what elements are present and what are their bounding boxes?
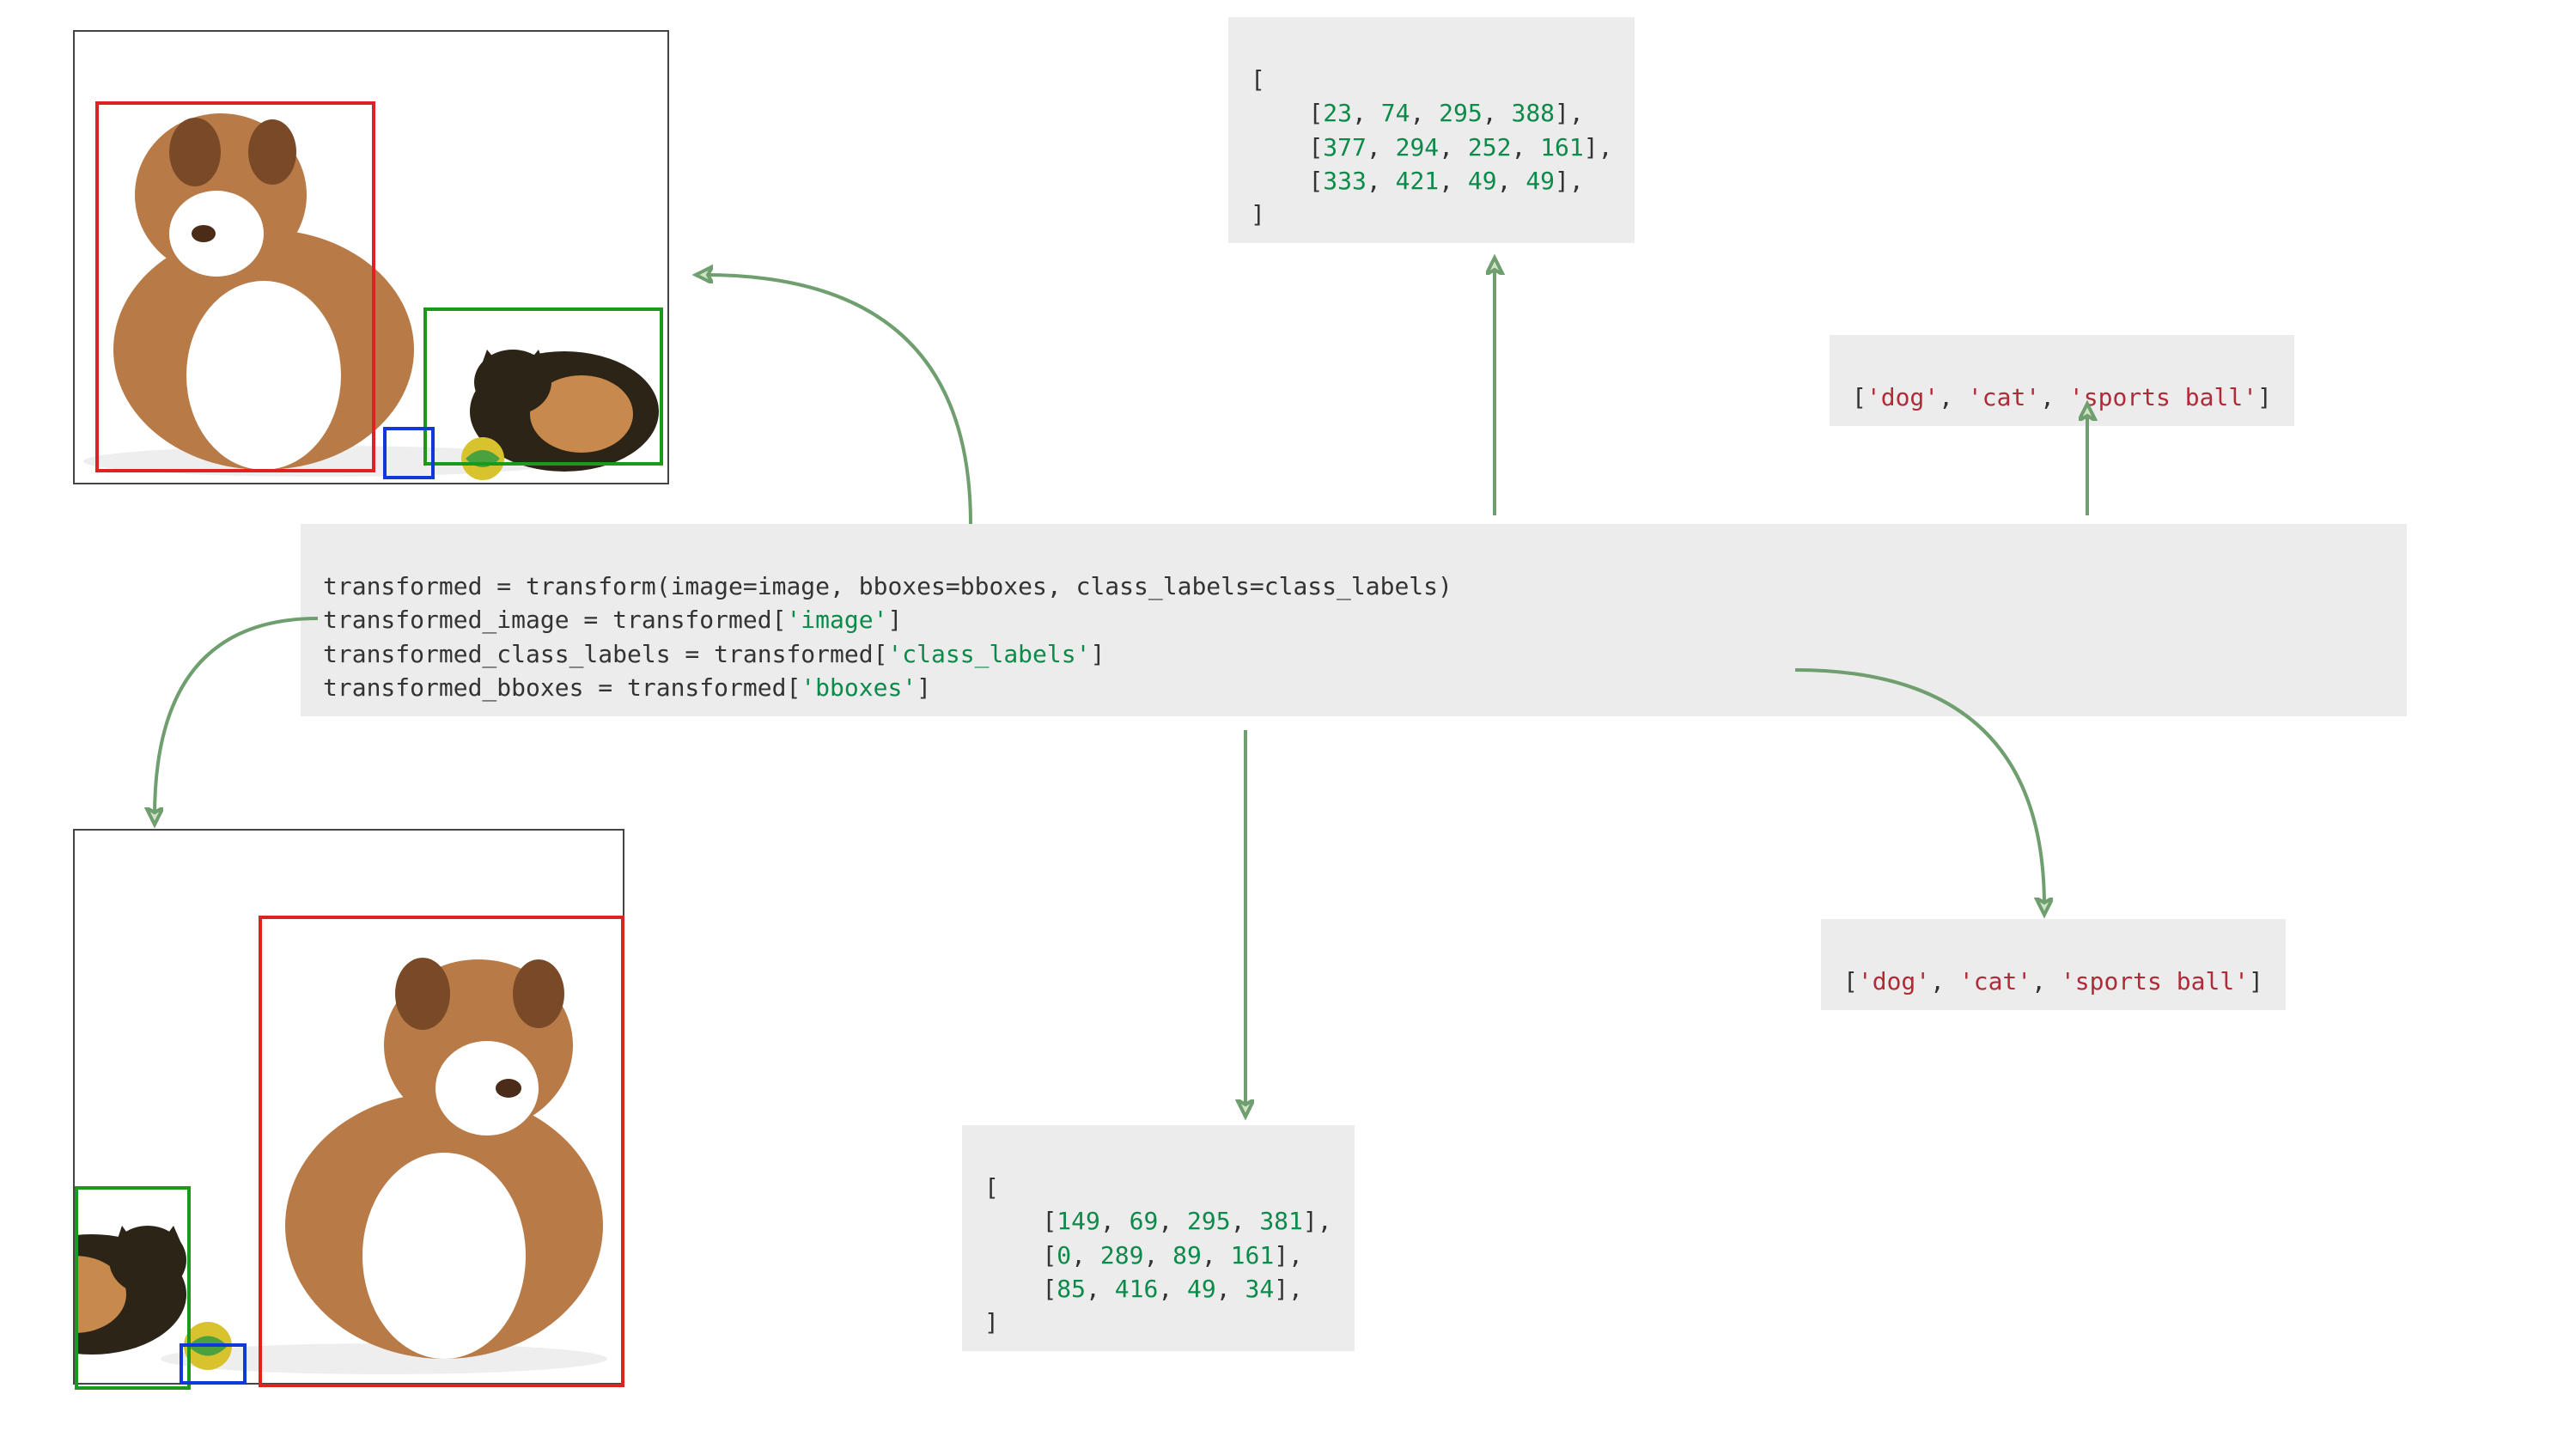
v: 421 xyxy=(1396,167,1440,195)
t: , xyxy=(1143,1241,1172,1269)
t: , xyxy=(1367,133,1396,161)
t: , xyxy=(1158,1207,1187,1235)
t: , xyxy=(1158,1275,1187,1303)
t: , xyxy=(1483,99,1512,127)
t: , xyxy=(2040,383,2069,411)
t: [ xyxy=(1042,1275,1057,1303)
t: [ xyxy=(1843,967,1858,995)
t: ], xyxy=(1274,1241,1303,1269)
arrow-to-output-image xyxy=(155,618,318,816)
v: 381 xyxy=(1259,1207,1303,1235)
output-bboxes-close: ] xyxy=(984,1308,999,1336)
v: 'cat' xyxy=(1968,383,2040,411)
t: , xyxy=(1410,99,1439,127)
output-labels-block: ['dog', 'cat', 'sports ball'] xyxy=(1821,919,2286,1010)
t: , xyxy=(1939,383,1968,411)
v: 69 xyxy=(1130,1207,1159,1235)
v: 89 xyxy=(1172,1241,1202,1269)
t: , xyxy=(1231,1207,1260,1235)
v: 161 xyxy=(1231,1241,1275,1269)
input-image xyxy=(73,30,669,484)
v: 333 xyxy=(1323,167,1367,195)
t: , xyxy=(1439,133,1468,161)
code-line-4a: transformed_bboxes = transformed[ xyxy=(323,673,801,702)
t: , xyxy=(2031,967,2061,995)
t: ], xyxy=(1303,1207,1332,1235)
input-bbox-cat xyxy=(423,307,663,466)
t: , xyxy=(1352,99,1381,127)
t: ], xyxy=(1555,99,1584,127)
v: 0 xyxy=(1057,1241,1071,1269)
t: ], xyxy=(1555,167,1584,195)
t: , xyxy=(1497,167,1526,195)
v: 23 xyxy=(1323,99,1352,127)
v: 388 xyxy=(1511,99,1555,127)
code-line-3a: transformed_class_labels = transformed[ xyxy=(323,640,887,668)
v: 294 xyxy=(1396,133,1440,161)
t: ] xyxy=(2249,967,2263,995)
v: 49 xyxy=(1526,167,1555,195)
input-labels-block: ['dog', 'cat', 'sports ball'] xyxy=(1830,335,2294,426)
v: 'sports ball' xyxy=(2061,967,2249,995)
input-bboxes-block: [ [23, 74, 295, 388], [377, 294, 252, 16… xyxy=(1228,17,1635,243)
t: , xyxy=(1086,1275,1115,1303)
v: 'dog' xyxy=(1867,383,1939,411)
v: 289 xyxy=(1100,1241,1144,1269)
v: 34 xyxy=(1245,1275,1274,1303)
t: ] xyxy=(2257,383,2272,411)
v: 'cat' xyxy=(1959,967,2031,995)
v: 49 xyxy=(1468,167,1497,195)
v: 295 xyxy=(1187,1207,1231,1235)
code-line-3-string: 'class_labels' xyxy=(887,640,1090,668)
v: 161 xyxy=(1540,133,1584,161)
v: 252 xyxy=(1468,133,1512,161)
v: 74 xyxy=(1381,99,1410,127)
t: , xyxy=(1202,1241,1231,1269)
t: [ xyxy=(1308,167,1323,195)
input-bbox-dog xyxy=(95,101,375,472)
t: , xyxy=(1100,1207,1130,1235)
output-bbox-cat xyxy=(75,1186,191,1390)
input-bboxes-close: ] xyxy=(1251,200,1265,228)
t: [ xyxy=(1308,133,1323,161)
t: , xyxy=(1367,167,1396,195)
v: 416 xyxy=(1115,1275,1159,1303)
code-line-2c: ] xyxy=(887,606,902,634)
v: 49 xyxy=(1187,1275,1216,1303)
t: [ xyxy=(1308,99,1323,127)
v: 149 xyxy=(1057,1207,1100,1235)
output-bboxes-block: [ [149, 69, 295, 381], [0, 289, 89, 161]… xyxy=(962,1125,1355,1351)
code-line-1: transformed = transform(image=image, bbo… xyxy=(323,572,1452,600)
t: [ xyxy=(1042,1241,1057,1269)
v: 'sports ball' xyxy=(2069,383,2257,411)
code-line-2-string: 'image' xyxy=(786,606,887,634)
code-line-4c: ] xyxy=(917,673,931,702)
v: 295 xyxy=(1439,99,1483,127)
output-image xyxy=(73,829,624,1385)
t: [ xyxy=(1042,1207,1057,1235)
t: , xyxy=(1071,1241,1100,1269)
output-bbox-sports-ball xyxy=(180,1343,247,1385)
output-bbox-dog xyxy=(259,916,624,1387)
v: 377 xyxy=(1323,133,1367,161)
arrow-to-input-image xyxy=(704,275,971,524)
input-bboxes-open: [ xyxy=(1251,65,1265,94)
code-line-2a: transformed_image = transformed[ xyxy=(323,606,786,634)
input-bbox-sports-ball xyxy=(383,427,435,479)
t: , xyxy=(1439,167,1468,195)
diagram-stage: transformed = transform(image=image, bbo… xyxy=(0,0,2576,1449)
v: 85 xyxy=(1057,1275,1086,1303)
t: , xyxy=(1216,1275,1245,1303)
code-line-3c: ] xyxy=(1090,640,1105,668)
t: ], xyxy=(1584,133,1613,161)
t: ], xyxy=(1274,1275,1303,1303)
t: , xyxy=(1511,133,1540,161)
output-bboxes-open: [ xyxy=(984,1173,999,1202)
v: 'dog' xyxy=(1858,967,1930,995)
t: , xyxy=(1930,967,1959,995)
t: [ xyxy=(1852,383,1867,411)
main-code-block: transformed = transform(image=image, bbo… xyxy=(301,524,2407,716)
code-line-4-string: 'bboxes' xyxy=(801,673,917,702)
